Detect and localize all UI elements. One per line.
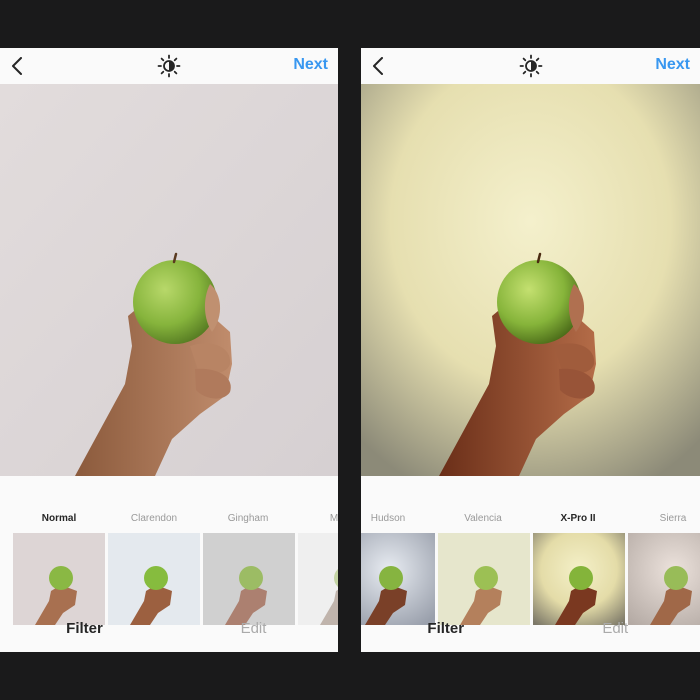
filter-thumbnail-gingham[interactable] [203, 533, 295, 625]
filter-thumbnail-x-pro-ii[interactable] [533, 533, 625, 625]
lux-adjust-button[interactable] [156, 53, 182, 79]
tab-filter[interactable]: Filter [0, 620, 169, 637]
filter-thumbnail-normal[interactable] [13, 533, 105, 625]
tab-filter[interactable]: Filter [361, 620, 531, 637]
tab-edit[interactable]: Edit [169, 620, 338, 637]
lux-adjust-button[interactable] [518, 53, 544, 79]
top-bar: Next [361, 48, 700, 84]
filter-thumbnail-hudson[interactable] [361, 533, 435, 625]
filter-label[interactable]: Hudson [371, 513, 405, 524]
filter-labels: Normal Clarendon Gingham M [0, 513, 338, 529]
filter-thumbnail-clarendon[interactable] [108, 533, 200, 625]
filter-thumbnail-m[interactable] [298, 533, 338, 625]
lux-sun-icon [157, 54, 181, 78]
filter-label[interactable]: X-Pro II [560, 513, 595, 524]
filter-labels: Hudson Valencia X-Pro II Sierra [361, 513, 700, 529]
photo-preview [361, 84, 700, 476]
filter-label[interactable]: M [330, 513, 338, 524]
filter-thumbnail-valencia[interactable] [438, 533, 530, 625]
bottom-tabs: Filter Edit [0, 620, 338, 650]
back-button[interactable] [367, 52, 389, 80]
chevron-left-icon [12, 57, 22, 75]
filter-label[interactable]: Valencia [464, 513, 502, 524]
next-button[interactable]: Next [655, 56, 690, 74]
right-screen: Next Hudson Valencia X-Pro II Sierra Fil… [361, 48, 700, 652]
filter-thumbnail-strip[interactable] [0, 533, 338, 625]
tab-edit[interactable]: Edit [531, 620, 700, 637]
bottom-tabs: Filter Edit [361, 620, 700, 650]
top-bar: Next [0, 48, 338, 84]
chevron-left-icon [373, 57, 383, 75]
filter-label[interactable]: Gingham [228, 513, 269, 524]
photo-preview [0, 84, 338, 476]
left-screen: Next Normal Clarendon Gingham M Filter E… [0, 48, 338, 652]
filter-label[interactable]: Clarendon [131, 513, 177, 524]
next-button[interactable]: Next [293, 56, 328, 74]
filter-label[interactable]: Normal [42, 513, 76, 524]
filter-label[interactable]: Sierra [660, 513, 687, 524]
back-button[interactable] [6, 52, 28, 80]
filter-thumbnail-strip[interactable] [361, 533, 700, 625]
filter-thumbnail-sierra[interactable] [628, 533, 700, 625]
lux-sun-icon [519, 54, 542, 78]
